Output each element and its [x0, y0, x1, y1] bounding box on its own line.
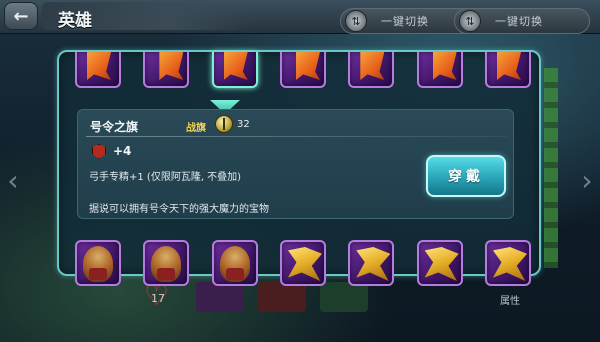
swap-icon: ⇅	[345, 10, 367, 32]
item-description: 据说可以拥有号令天下的强大魔力的宝物	[89, 204, 269, 215]
item-slot-flag[interactable]	[279, 52, 326, 88]
page-title: 英雄	[58, 11, 92, 31]
wing-icon	[356, 247, 391, 281]
switch-button-2[interactable]: ⇅ 一键切换	[454, 8, 590, 34]
attribute-tab[interactable]: 属性	[500, 292, 520, 307]
warrior-icon	[83, 246, 113, 282]
divider	[86, 136, 506, 137]
item-slot-flag[interactable]	[416, 52, 463, 88]
coin-icon	[215, 115, 233, 133]
item-price: 32	[237, 119, 250, 130]
item-row-top	[75, 52, 531, 98]
flag-icon	[223, 52, 248, 80]
item-slot-wing[interactable]	[279, 240, 326, 286]
back-arrow-icon: ←	[13, 5, 29, 27]
switch-label-2: 一键切换	[495, 15, 543, 28]
stat-value: +4	[113, 144, 132, 158]
item-effect: 弓手专精+1 (仅限阿瓦隆, 不叠加)	[89, 172, 242, 183]
item-slot-warrior[interactable]	[211, 240, 258, 286]
background-slot	[258, 282, 306, 312]
equip-button[interactable]: 穿戴	[426, 155, 506, 197]
item-slot-flag[interactable]	[75, 52, 121, 88]
switch-label-1: 一键切换	[381, 15, 429, 28]
background-slot	[320, 282, 368, 312]
back-button[interactable]: ←	[4, 2, 38, 30]
item-slot-flag[interactable]	[348, 52, 395, 88]
flag-icon	[360, 52, 385, 80]
item-category: 战旗	[186, 123, 206, 134]
wing-icon	[492, 247, 527, 281]
background-equipment-bar	[544, 68, 558, 268]
prev-hero-arrow-icon[interactable]: ‹	[2, 150, 24, 210]
flag-icon	[432, 52, 457, 80]
item-slot-flag[interactable]	[143, 52, 190, 88]
item-name: 号令之旗	[90, 120, 139, 134]
item-slot-warrior[interactable]	[75, 240, 121, 286]
background-slot	[196, 282, 244, 312]
heart-icon: 17	[144, 279, 172, 312]
item-slot-flag[interactable]	[484, 52, 531, 88]
item-slot-wing[interactable]	[348, 240, 395, 286]
item-slot-wing[interactable]	[484, 240, 531, 286]
heart-count: 17	[151, 291, 165, 305]
item-row-bottom	[75, 240, 531, 286]
flag-icon	[496, 52, 521, 80]
item-slot-warrior[interactable]	[143, 240, 190, 286]
warrior-icon	[219, 246, 250, 282]
next-hero-arrow-icon[interactable]: ›	[576, 150, 598, 210]
warrior-icon	[151, 246, 182, 282]
wing-icon	[424, 247, 459, 281]
swap-icon: ⇅	[459, 10, 481, 32]
flag-icon	[295, 52, 320, 80]
flag-icon	[159, 52, 184, 80]
item-slot-flag-selected[interactable]	[211, 52, 258, 88]
flag-icon	[87, 52, 111, 80]
wing-icon	[287, 247, 322, 281]
item-slot-wing[interactable]	[416, 240, 463, 286]
